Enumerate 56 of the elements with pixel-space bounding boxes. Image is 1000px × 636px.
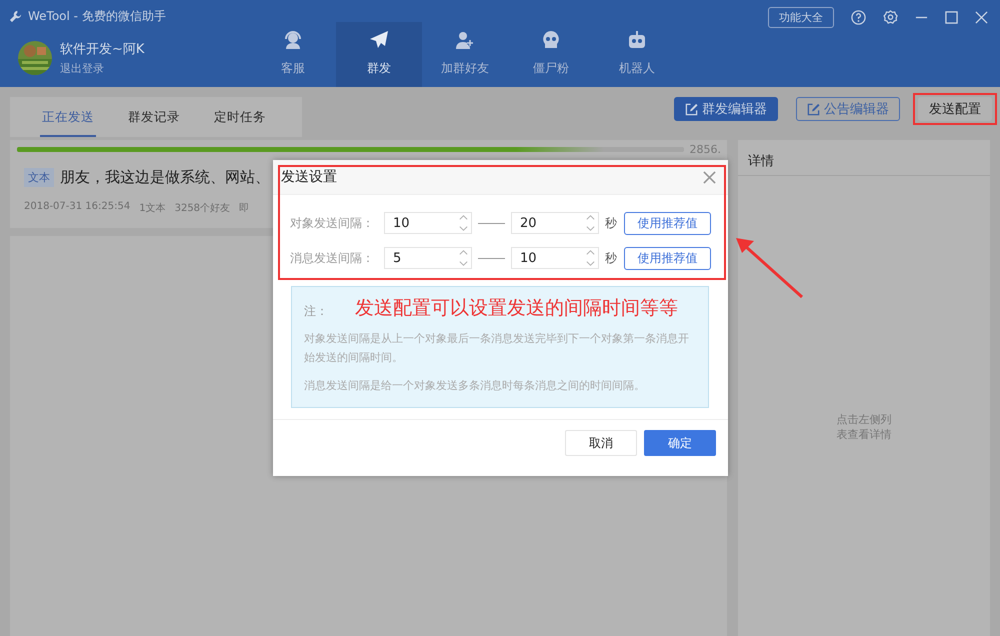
recommend-button[interactable]: 使用推荐值: [624, 246, 711, 270]
unit-label: 秒: [605, 250, 617, 266]
add-person-icon: [455, 30, 475, 50]
number-field[interactable]: 10: [384, 212, 472, 234]
dialog-title: 发送设置: [281, 168, 337, 186]
maximize-icon[interactable]: [945, 11, 958, 24]
message-meta: 1文本: [139, 202, 166, 215]
help-icon[interactable]: [851, 10, 866, 25]
nav-tab[interactable]: 群发: [336, 22, 422, 87]
tab[interactable]: 定时任务: [212, 97, 268, 137]
wrench-icon: [9, 10, 22, 23]
interval-label: 消息发送间隔：: [290, 250, 375, 266]
tab[interactable]: 群发记录: [126, 97, 182, 137]
unit-label: 秒: [605, 214, 617, 232]
type-tag: 文本: [24, 168, 54, 187]
features-button[interactable]: 功能大全: [768, 7, 834, 28]
settings-icon[interactable]: [883, 10, 898, 25]
details-title: 详情: [748, 154, 774, 169]
logout-link[interactable]: 退出登录: [60, 60, 144, 76]
nav-tab[interactable]: 加群好友: [422, 22, 508, 87]
skull-icon: [541, 30, 561, 50]
interval-label: 对象发送间隔：: [290, 214, 375, 232]
avatar-image: [18, 40, 52, 74]
annotation-arrow: [734, 237, 804, 299]
message-meta: 2018-07-31 16:25:54: [24, 201, 130, 214]
robot-icon: [627, 30, 647, 50]
paper-plane-icon: [369, 30, 389, 50]
window-title: WeTool - 免费的微信助手: [28, 8, 166, 25]
edit-icon: [685, 102, 698, 116]
message-meta: 即: [239, 202, 250, 215]
number-field[interactable]: 5: [384, 247, 472, 269]
recommend-button[interactable]: 使用推荐值: [624, 212, 711, 234]
cancel-button[interactable]: 取消: [565, 430, 637, 456]
nav-tab[interactable]: 僵尸粉: [508, 22, 594, 87]
number-field[interactable]: 10: [511, 247, 599, 269]
user-name: 软件开发~阿K: [60, 40, 144, 58]
nav-tab[interactable]: 客服: [250, 22, 336, 87]
confirm-button[interactable]: 确定: [644, 430, 716, 456]
tab[interactable]: 正在发送: [40, 97, 96, 137]
details-hint: 点击左侧列表查看详情: [836, 412, 892, 443]
note-text: 消息发送间隔是给一个对象发送多条消息时每条消息之间的时间间隔。: [304, 378, 646, 394]
headset-icon: [283, 30, 303, 50]
nav-tab[interactable]: 机器人: [594, 22, 680, 87]
note-title: 注：: [304, 304, 328, 318]
edit-icon: [807, 102, 820, 116]
number-field[interactable]: 20: [511, 212, 599, 234]
toolbar-button[interactable]: 群发编辑器: [674, 97, 778, 121]
toolbar-button[interactable]: 发送配置: [918, 97, 992, 121]
progress-count: 2856.: [690, 142, 721, 156]
close-icon[interactable]: [703, 170, 716, 184]
message-text: 朋友，我这边是做系统、网站、: [60, 168, 270, 187]
annotation-text: 发送配置可以设置发送的间隔时间等等: [355, 296, 678, 321]
close-icon[interactable]: [975, 11, 988, 24]
message-meta: 3258个好友: [174, 202, 230, 215]
note-text: 对象发送间隔是从上一个对象最后一条消息发送完毕到下一个对象第一条消息开始发送的间隔时间。: [304, 331, 690, 366]
toolbar-button[interactable]: 公告编辑器: [796, 97, 900, 121]
